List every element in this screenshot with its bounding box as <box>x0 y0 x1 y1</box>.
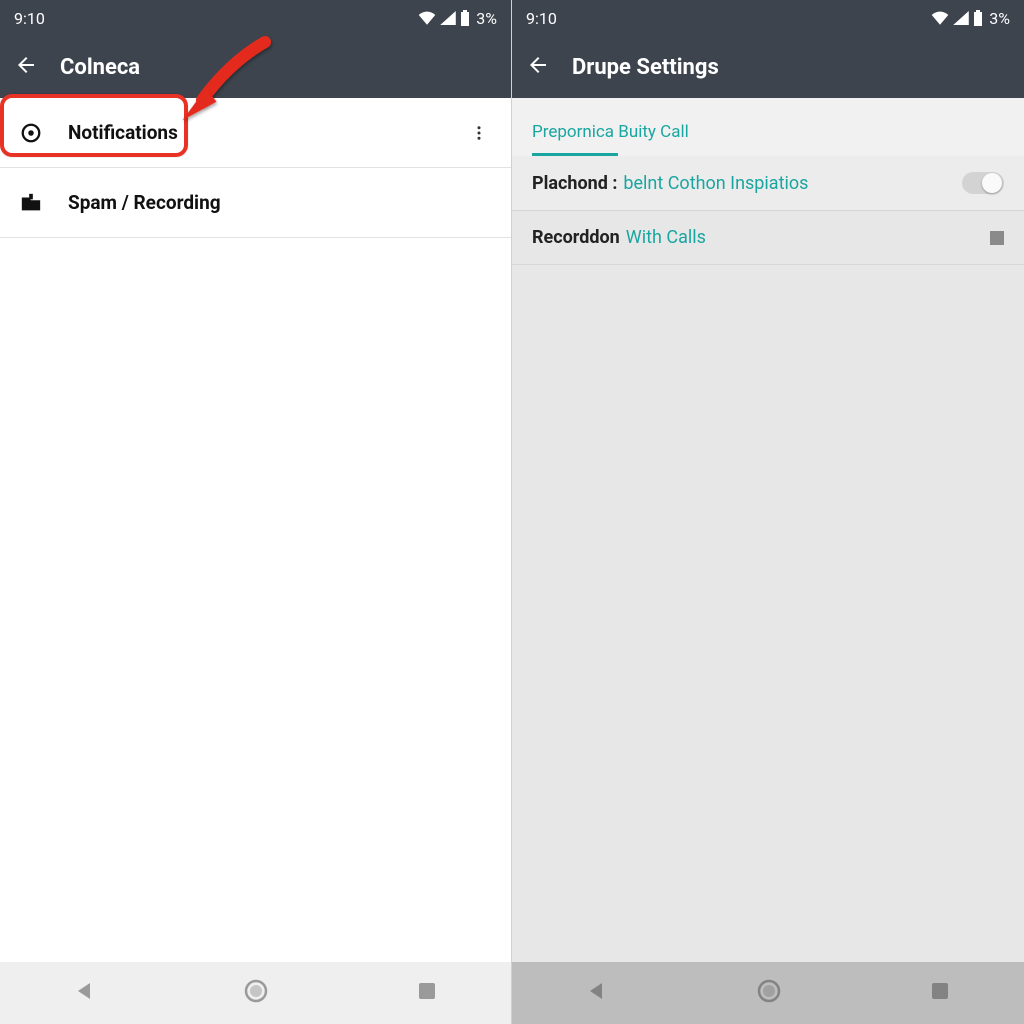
row-label: Spam / Recording <box>68 191 221 214</box>
row-notifications[interactable]: Notifications <box>0 98 511 168</box>
status-icons: 3% <box>931 9 1010 28</box>
settings-value: belnt Cothon Inspiatios <box>623 173 808 194</box>
nav-home-icon[interactable] <box>756 978 782 1008</box>
notifications-icon <box>20 122 68 144</box>
nav-home-icon[interactable] <box>243 978 269 1008</box>
status-bar: 9:10 3% <box>0 0 511 36</box>
settings-label: Plachond : <box>532 173 617 194</box>
status-icons: 3% <box>418 9 497 28</box>
tab-prepornica[interactable]: Prepornica Buity Call <box>532 122 689 156</box>
toggle-switch[interactable] <box>962 172 1004 194</box>
left-content: Notifications Spam / Recording <box>0 98 511 962</box>
nav-recent-icon[interactable] <box>929 980 951 1006</box>
app-bar-left: Colneca <box>0 36 511 98</box>
status-bar: 9:10 3% <box>512 0 1024 36</box>
wifi-icon <box>931 11 949 25</box>
row-plachond[interactable]: Plachond : belnt Cothon Inspiatios <box>512 156 1024 211</box>
battery-percent: 3% <box>476 9 497 28</box>
folder-icon <box>20 193 68 213</box>
phone-left: 9:10 3% Colneca Notifications <box>0 0 512 1024</box>
nav-back-icon[interactable] <box>585 979 609 1007</box>
app-title: Drupe Settings <box>572 55 719 80</box>
battery-percent: 3% <box>989 9 1010 28</box>
status-time: 9:10 <box>526 9 557 28</box>
nav-recent-icon[interactable] <box>416 980 438 1006</box>
back-arrow-icon[interactable] <box>526 53 550 81</box>
battery-icon <box>460 10 470 26</box>
battery-icon <box>973 10 983 26</box>
app-bar-right: Drupe Settings <box>512 36 1024 98</box>
nav-bar-left <box>0 962 511 1024</box>
row-recorddon[interactable]: Recorddon With Calls <box>512 211 1024 265</box>
phone-right: 9:10 3% Drupe Settings Prepornica Buity … <box>512 0 1024 1024</box>
signal-icon <box>953 11 969 25</box>
wifi-icon <box>418 11 436 25</box>
settings-value: With Calls <box>626 227 706 248</box>
settings-label: Recorddon <box>532 227 620 248</box>
settings-list: Plachond : belnt Cothon Inspiatios Recor… <box>512 156 1024 265</box>
stop-icon[interactable] <box>990 231 1004 245</box>
nav-bar-right <box>512 962 1024 1024</box>
right-content: Prepornica Buity Call Plachond : belnt C… <box>512 98 1024 962</box>
nav-back-icon[interactable] <box>73 979 97 1007</box>
tab-bar: Prepornica Buity Call <box>512 98 1024 156</box>
row-label: Notifications <box>68 121 178 144</box>
app-title: Colneca <box>60 55 140 80</box>
row-spam-recording[interactable]: Spam / Recording <box>0 168 511 238</box>
more-icon[interactable] <box>467 124 491 142</box>
back-arrow-icon[interactable] <box>14 53 38 81</box>
signal-icon <box>440 11 456 25</box>
status-time: 9:10 <box>14 9 45 28</box>
